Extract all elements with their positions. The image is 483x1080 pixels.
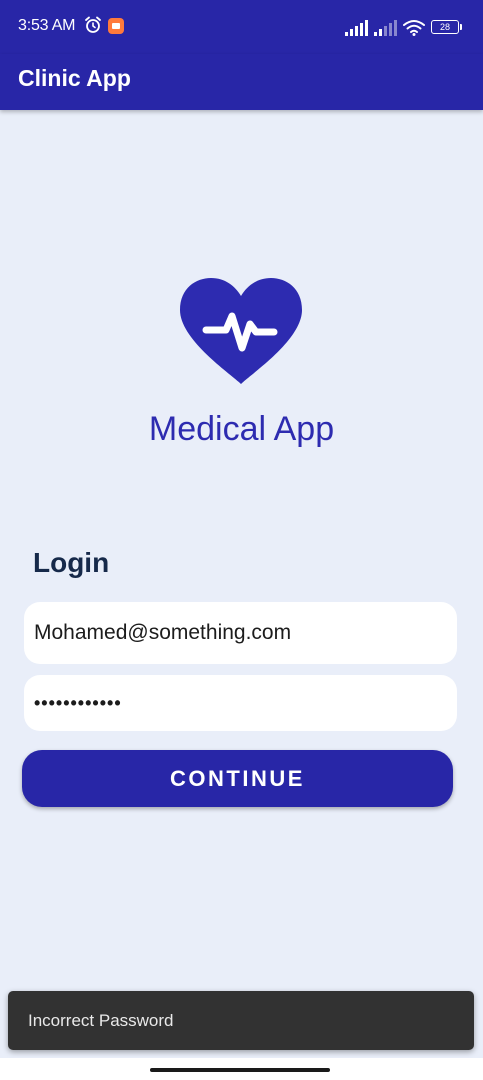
- snackbar-message: Incorrect Password: [28, 1011, 174, 1030]
- continue-button[interactable]: CONTINUE: [22, 750, 453, 807]
- login-heading: Login: [33, 547, 110, 578]
- app-title: Clinic App: [18, 65, 131, 91]
- brand-name: Medical App: [148, 410, 335, 448]
- heart-pulse-icon: [180, 278, 302, 384]
- password-field[interactable]: ••••••••••••: [24, 675, 457, 731]
- signal-icon: [374, 20, 397, 36]
- status-time: 3:53 AM: [18, 17, 76, 34]
- navigation-bar: [0, 1058, 483, 1080]
- wifi-icon: [403, 19, 425, 36]
- snackbar: Incorrect Password: [8, 991, 474, 1050]
- status-bar: 3:53 AM 28: [0, 0, 483, 54]
- status-icons: 28: [345, 16, 462, 36]
- app-bar: Clinic App: [0, 54, 483, 110]
- email-field[interactable]: Mohamed@something.com: [24, 602, 457, 664]
- battery-icon: 28: [431, 20, 462, 34]
- home-indicator[interactable]: [150, 1068, 330, 1072]
- signal-icon: [345, 20, 368, 36]
- screen-record-icon: [108, 18, 124, 34]
- alarm-icon: [85, 16, 101, 33]
